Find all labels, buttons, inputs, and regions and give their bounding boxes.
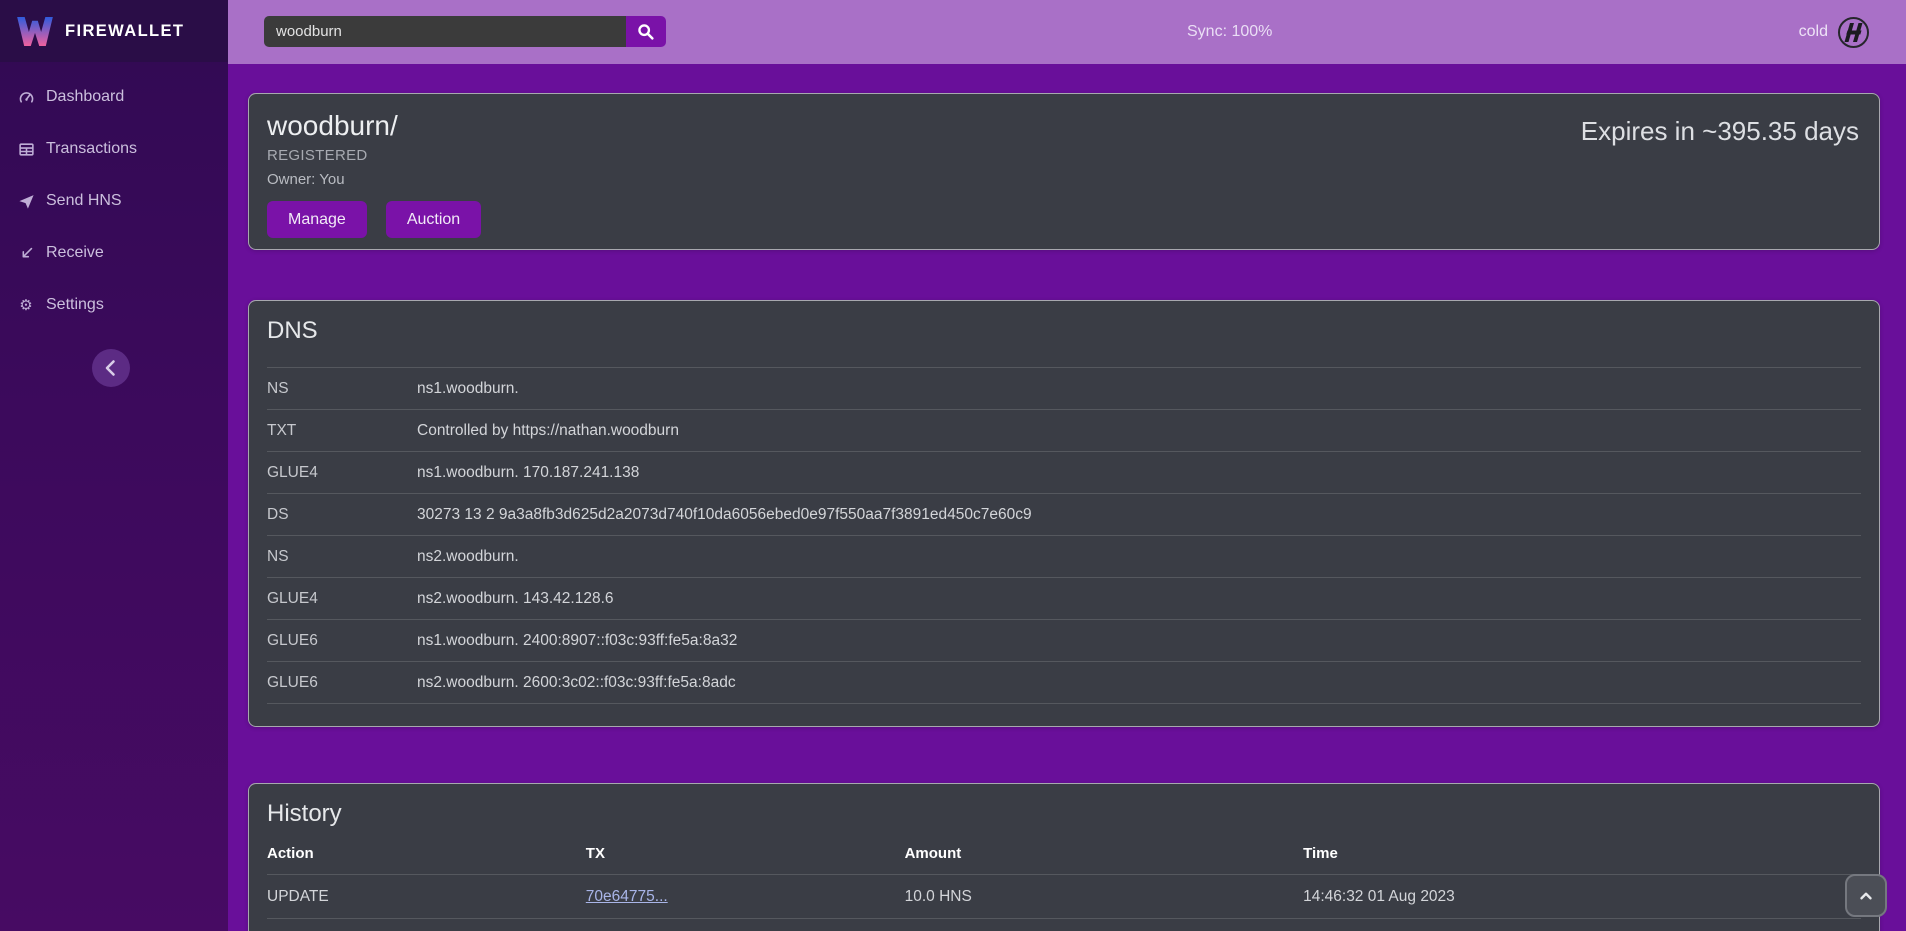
dns-table: NS ns1.woodburn. TXT Controlled by https… [267,367,1861,704]
firewallet-logo-icon [16,16,54,47]
history-col-action: Action [267,845,586,862]
auction-button[interactable]: Auction [386,201,481,238]
gauge-icon [17,88,35,106]
dns-record-value: ns2.woodburn. [417,548,519,566]
scroll-to-top-button[interactable] [1845,874,1887,917]
dns-record-type: NS [267,548,417,566]
dns-record-value: ns1.woodburn. 2400:8907::f03c:93ff:fe5a:… [417,632,737,650]
dns-record-type: NS [267,380,417,398]
history-col-amount: Amount [905,845,1304,862]
history-row: UPDATE 70e64775... 10.0 HNS 14:46:32 01 … [267,875,1861,919]
sidebar-item-label: Send HNS [46,192,122,210]
history-card: History Action TX Amount Time UPDATE 70e… [248,783,1880,931]
chevron-up-icon [1854,884,1878,908]
search-icon [636,22,656,42]
table-icon [17,140,35,158]
dns-record-value: ns1.woodburn. 170.187.241.138 [417,464,639,482]
sidebar-item-label: Settings [46,296,104,314]
sidebar-item-label: Transactions [46,140,137,158]
wallet-group: cold [1799,0,1870,64]
sync-status: Sync: 100% [1187,0,1272,64]
dns-title: DNS [267,317,1861,345]
sidebar-item-receive[interactable]: Receive [0,227,228,279]
sidebar-item-label: Receive [46,244,104,262]
sidebar-item-transactions[interactable]: Transactions [0,123,228,175]
sidebar-item-dashboard[interactable]: Dashboard [0,71,228,123]
app-logo: FIREWALLET [0,0,228,62]
history-table: Action TX Amount Time UPDATE 70e64775...… [267,832,1861,931]
search-box [264,16,666,47]
brand-name: FIREWALLET [65,22,184,41]
topbar: Sync: 100% cold [228,0,1906,64]
dns-record-row: NS ns1.woodburn. [267,367,1861,409]
dns-record-value: 30273 13 2 9a3a8fb3d625d2a2073d740f10da6… [417,506,1032,524]
handshake-logo-icon[interactable] [1837,16,1870,49]
gear-icon: ⚙ [17,296,35,314]
dns-record-row: GLUE6 ns1.woodburn. 2400:8907::f03c:93ff… [267,619,1861,661]
dns-record-row: TXT Controlled by https://nathan.woodbur… [267,409,1861,451]
history-time: 14:46:32 01 Aug 2023 [1303,888,1861,906]
dns-record-value: ns1.woodburn. [417,380,519,398]
sidebar: FIREWALLET Dashboard Transactions Send H… [0,0,228,931]
dns-record-type: DS [267,506,417,524]
domain-owner: Owner: You [267,171,1861,188]
dns-record-row: NS ns2.woodburn. [267,535,1861,577]
dns-record-type: GLUE4 [267,590,417,608]
dns-record-type: TXT [267,422,417,440]
search-button[interactable] [626,16,666,47]
dns-record-value: ns2.woodburn. 2600:3c02::f03c:93ff:fe5a:… [417,674,736,692]
domain-expiry: Expires in ~395.35 days [1581,116,1859,147]
dns-record-row: GLUE4 ns1.woodburn. 170.187.241.138 [267,451,1861,493]
dns-card: DNS NS ns1.woodburn. TXT Controlled by h… [248,300,1880,727]
history-table-header: Action TX Amount Time [267,832,1861,875]
domain-actions: Manage Auction [267,201,1861,238]
dns-record-row: GLUE6 ns2.woodburn. 2600:3c02::f03c:93ff… [267,661,1861,704]
history-col-tx: TX [586,845,905,862]
dns-record-row: GLUE4 ns2.woodburn. 143.42.128.6 [267,577,1861,619]
dns-record-type: GLUE6 [267,632,417,650]
history-title: History [267,800,1861,828]
wallet-name: cold [1799,23,1828,41]
sidebar-nav: Dashboard Transactions Send HNS Receive … [0,71,228,331]
dns-record-type: GLUE6 [267,674,417,692]
dns-record-type: GLUE4 [267,464,417,482]
history-amount: 10.0 HNS [905,888,1304,906]
manage-button[interactable]: Manage [267,201,367,238]
sidebar-item-label: Dashboard [46,88,124,106]
send-icon [17,192,35,210]
history-row: RENEW d73e1b5f... 10.0 HNS 15:47:36 07 F… [267,919,1861,931]
sidebar-item-send-hns[interactable]: Send HNS [0,175,228,227]
dns-record-value: Controlled by https://nathan.woodburn [417,422,679,440]
domain-status: REGISTERED [267,147,1861,164]
main-content: woodburn/ REGISTERED Owner: You Manage A… [228,64,1906,931]
tx-link[interactable]: 70e64775... [586,888,668,905]
dns-record-value: ns2.woodburn. 143.42.128.6 [417,590,614,608]
receive-icon [17,244,35,262]
domain-card: woodburn/ REGISTERED Owner: You Manage A… [248,93,1880,250]
dns-record-row: DS 30273 13 2 9a3a8fb3d625d2a2073d740f10… [267,493,1861,535]
history-action: UPDATE [267,888,586,906]
sidebar-collapse-button[interactable] [92,349,130,387]
sidebar-item-settings[interactable]: ⚙ Settings [0,279,228,331]
chevron-left-icon [92,349,130,387]
history-col-time: Time [1303,845,1861,862]
search-input[interactable] [264,16,626,47]
